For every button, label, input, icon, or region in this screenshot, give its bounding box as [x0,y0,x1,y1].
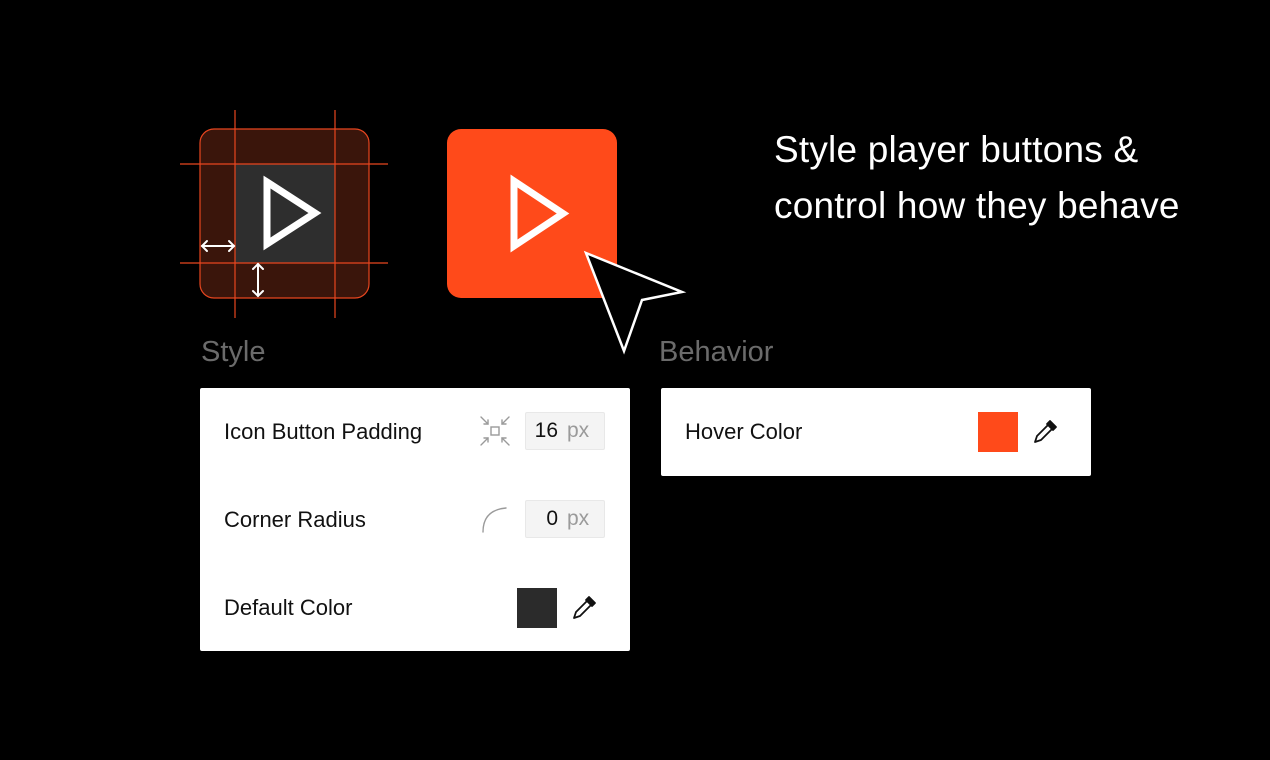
section-title-behavior: Behavior [659,336,774,368]
default-color-label: Default Color [224,595,353,620]
hover-color-label: Hover Color [685,419,803,444]
headline: Style player buttons & control how they … [774,129,1180,226]
radius-label: Corner Radius [224,507,366,532]
default-color-swatch[interactable] [517,588,557,628]
padding-compress-icon [480,416,510,446]
stage: Style player buttons & control how they … [0,0,1270,760]
padding-row: Icon Button Padding 16 px [200,388,630,476]
radius-unit: px [567,507,590,530]
hover-color-swatch[interactable] [978,412,1018,452]
radius-row: Corner Radius 0 px [200,476,630,564]
padding-label: Icon Button Padding [224,419,423,444]
style-panel: Icon Button Padding 16 px Corner Radius [200,388,630,651]
eyedropper-icon[interactable] [570,592,600,622]
behavior-panel: Hover Color [661,388,1091,476]
section-title-style: Style [201,336,266,368]
radius-input[interactable]: 0 px [525,500,605,538]
default-color-row: Default Color [200,564,630,652]
padding-unit: px [567,419,590,442]
corner-radius-icon [482,507,507,533]
padding-input[interactable]: 16 px [525,412,605,450]
radius-value: 0 [546,507,558,530]
hover-color-row: Hover Color [661,388,1091,476]
button-padding-diagram [178,108,390,320]
padding-value: 16 [534,419,558,442]
eyedropper-icon[interactable] [1031,416,1061,446]
